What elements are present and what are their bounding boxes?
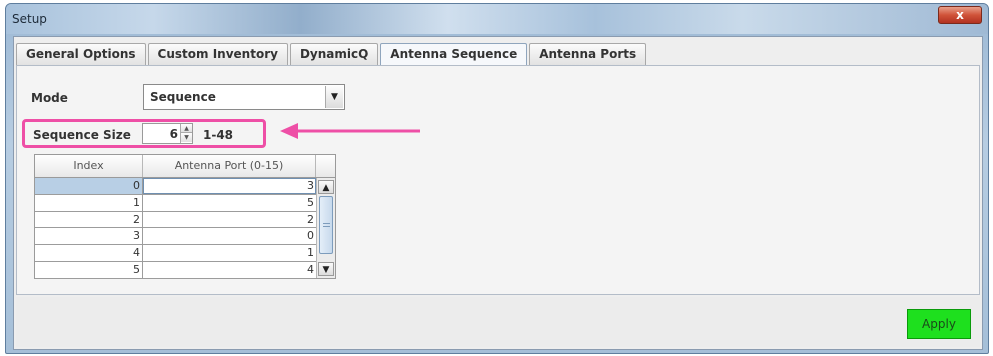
setup-window: Setup x General Options Custom Inventory… xyxy=(5,3,989,354)
window-title: Setup xyxy=(12,12,47,26)
grip-icon xyxy=(323,223,330,227)
close-button[interactable]: x xyxy=(938,6,982,24)
scroll-down-icon[interactable]: ▼ xyxy=(318,262,334,276)
mode-dropdown[interactable]: Sequence ▼ xyxy=(143,84,345,110)
cell-antenna-port[interactable]: 2 xyxy=(143,212,316,228)
cell-index[interactable]: 2 xyxy=(35,211,143,228)
table-header: Index Antenna Port (0-15) xyxy=(35,155,335,178)
table-row[interactable]: 5 4 xyxy=(35,261,316,279)
cell-index[interactable]: 3 xyxy=(35,228,143,245)
cell-index[interactable]: 0 xyxy=(35,178,143,194)
scrollbar-thumb[interactable] xyxy=(319,196,333,254)
tab-general-options[interactable]: General Options xyxy=(16,43,146,65)
tab-strip: General Options Custom Inventory Dynamic… xyxy=(16,43,648,65)
button-bar xyxy=(16,297,980,347)
tab-antenna-sequence[interactable]: Antenna Sequence xyxy=(380,43,528,65)
sequence-size-value[interactable]: 6 xyxy=(170,127,178,141)
cell-index[interactable]: 1 xyxy=(35,194,143,211)
mode-selected-value: Sequence xyxy=(150,90,216,104)
sequence-size-label: Sequence Size xyxy=(33,128,131,142)
table-row[interactable]: 1 5 xyxy=(35,194,316,212)
sequence-size-spinner[interactable]: 6 ▲ ▼ xyxy=(142,123,193,144)
spinner-up-icon[interactable]: ▲ xyxy=(181,124,192,133)
column-header-index[interactable]: Index xyxy=(35,155,143,177)
cell-antenna-port[interactable]: 0 xyxy=(143,228,316,244)
scroll-up-icon[interactable]: ▲ xyxy=(318,180,334,194)
antenna-sequence-table: Index Antenna Port (0-15) 0 3 1 5 2 2 3 … xyxy=(34,154,336,279)
cell-index[interactable]: 5 xyxy=(35,261,143,278)
table-corner xyxy=(316,155,335,177)
sequence-size-range: 1-48 xyxy=(203,128,234,142)
annotation-arrow-icon xyxy=(280,123,420,139)
table-body: 0 3 1 5 2 2 3 0 4 1 5 4 xyxy=(35,178,316,279)
cell-antenna-port[interactable]: 4 xyxy=(143,262,316,278)
tab-antenna-ports[interactable]: Antenna Ports xyxy=(529,43,647,65)
cell-index[interactable]: 4 xyxy=(35,245,143,261)
tab-dynamicq[interactable]: DynamicQ xyxy=(289,43,379,65)
title-bar[interactable]: Setup x xyxy=(6,4,988,34)
cell-antenna-port[interactable]: 3 xyxy=(143,178,316,194)
spinner-down-icon[interactable]: ▼ xyxy=(181,133,192,142)
mode-label: Mode xyxy=(31,91,68,105)
table-row[interactable]: 2 2 xyxy=(35,211,316,229)
cell-antenna-port[interactable]: 5 xyxy=(143,195,316,211)
dialog-client: General Options Custom Inventory Dynamic… xyxy=(13,36,983,350)
table-row[interactable]: 0 3 xyxy=(35,178,316,195)
cell-antenna-port[interactable]: 1 xyxy=(143,245,316,261)
tab-custom-inventory[interactable]: Custom Inventory xyxy=(147,43,288,65)
spinner-buttons: ▲ ▼ xyxy=(180,124,192,143)
table-scrollbar[interactable]: ▲ ▼ xyxy=(316,178,335,278)
chevron-down-icon[interactable]: ▼ xyxy=(325,86,343,108)
table-row[interactable]: 4 1 xyxy=(35,245,316,262)
column-header-antenna-port[interactable]: Antenna Port (0-15) xyxy=(143,155,316,177)
apply-button[interactable]: Apply xyxy=(907,309,971,339)
table-row[interactable]: 3 0 xyxy=(35,228,316,246)
